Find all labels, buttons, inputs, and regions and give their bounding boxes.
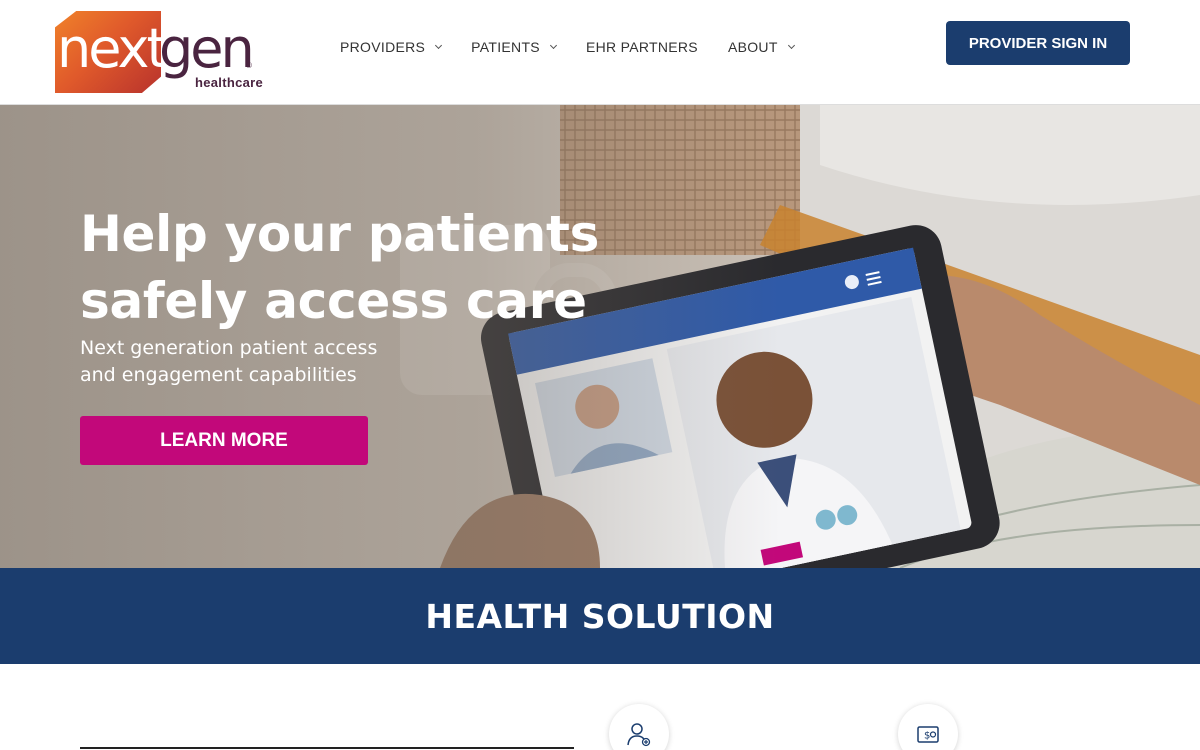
hero-subtitle: Next generation patient access and engag… — [80, 335, 500, 389]
nav-item-label: EHR PARTNERS — [585, 39, 698, 55]
chevron-down-icon — [787, 41, 795, 49]
payment-icon: $ — [917, 726, 939, 743]
health-solution-banner: HEALTH SOLUTION — [0, 568, 1200, 664]
nav-item-label: PROVIDERS — [340, 39, 426, 55]
logo-subtext: healthcare — [195, 75, 264, 90]
nav-item-about[interactable]: ABOUT — [727, 38, 795, 56]
chevron-down-icon — [549, 41, 557, 49]
nav-item-ehr-partners[interactable]: EHR PARTNERS — [586, 38, 698, 56]
nav-item-label: ABOUT — [727, 39, 778, 55]
hero-section: Help your patients safely access care Ne… — [0, 105, 1200, 568]
section-divider — [80, 747, 574, 749]
svg-text:$: $ — [924, 731, 930, 742]
features-section: $ — [0, 664, 1200, 750]
nav-item-providers[interactable]: PROVIDERS — [340, 38, 443, 56]
doctor-icon — [627, 723, 651, 747]
provider-sign-in-button[interactable]: PROVIDER SIGN IN — [946, 21, 1130, 65]
banner-title: HEALTH SOLUTION — [425, 596, 775, 636]
logo-next-text: next — [57, 17, 168, 80]
chevron-down-icon — [435, 41, 443, 49]
learn-more-button[interactable]: LEARN MORE — [80, 416, 368, 465]
logo-gen-text: gen — [159, 17, 255, 80]
site-header: next gen ® healthcare PROVIDERS PATIENTS… — [0, 0, 1200, 105]
feature-icon-2[interactable]: $ — [898, 704, 958, 750]
hero-subtitle-line-1: Next generation patient access — [80, 337, 378, 359]
feature-icon-1[interactable] — [609, 704, 669, 750]
logo-registered-mark: ® — [246, 61, 252, 70]
hero-title: Help your patients safely access care — [80, 201, 640, 335]
hero-title-line-2: safely access care — [80, 272, 587, 330]
hero-title-line-1: Help your patients — [80, 205, 600, 263]
nav-item-patients[interactable]: PATIENTS — [471, 38, 557, 56]
hero-subtitle-line-2: and engagement capabilities — [80, 364, 357, 386]
nav-item-label: PATIENTS — [471, 39, 540, 55]
main-nav: PROVIDERS PATIENTS EHR PARTNERS ABOUT — [340, 38, 824, 56]
nextgen-logo[interactable]: next gen ® healthcare — [55, 11, 265, 95]
